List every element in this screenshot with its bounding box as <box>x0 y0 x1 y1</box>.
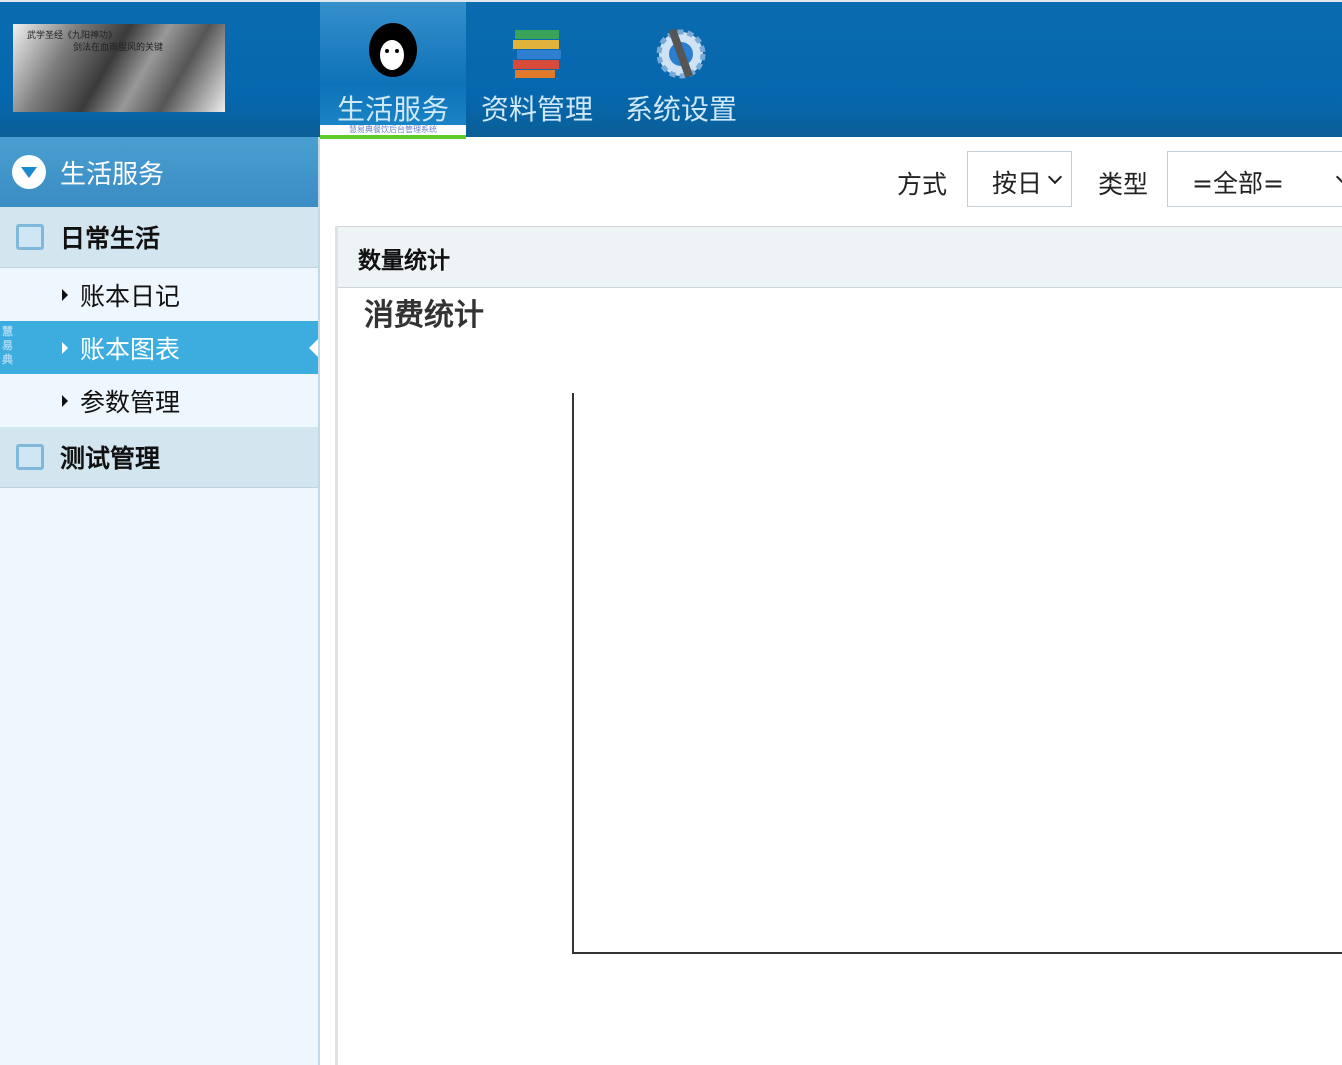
chart-y-axis <box>572 393 574 954</box>
type-label: 类型 <box>1098 170 1149 199</box>
item-label: 参数管理 <box>80 387 181 417</box>
nav-label: 资料管理 <box>480 93 593 126</box>
nav-data-management[interactable]: 资料管理 <box>464 2 610 139</box>
top-header: 武学圣经《九阳神功》 剑法在血雨腥风的关键 生活服务 慧易典餐饮后台管理系统 资… <box>0 0 1342 139</box>
sidebar-title: 生活服务 <box>60 159 165 190</box>
monkey-icon <box>369 23 417 77</box>
item-label: 账本日记 <box>80 281 181 311</box>
type-select[interactable]: =全部= <box>1167 151 1342 207</box>
caret-right-icon <box>62 288 68 301</box>
gear-wrench-icon <box>656 28 706 79</box>
mode-label: 方式 <box>897 170 948 199</box>
books-icon <box>513 30 561 78</box>
item-label: 账本图表 <box>80 334 181 364</box>
chevron-down-icon <box>1335 169 1342 185</box>
filter-toolbar: 方式 按日 类型 =全部= <box>322 137 1342 225</box>
sidebar-group-daily-life[interactable]: 日常生活 <box>0 207 318 268</box>
sidebar-item-account-chart[interactable]: 慧易典 账本图表 <box>0 321 318 374</box>
chart-x-axis <box>572 952 1342 954</box>
mode-select[interactable]: 按日 <box>967 151 1072 207</box>
chart-title: 消费统计 <box>364 298 484 333</box>
edit-icon <box>16 444 44 470</box>
sidebar-item-parameters[interactable]: 参数管理 <box>0 374 318 427</box>
sidebar: 生活服务 日常生活 账本日记 慧易典 账本图表 参数管理 测试管理 <box>0 137 320 1065</box>
caret-right-icon <box>62 341 68 354</box>
vertical-tag: 慧易典 <box>2 325 13 366</box>
nav-label: 系统设置 <box>624 93 737 126</box>
collapse-arrow-icon <box>12 155 46 189</box>
caret-right-icon <box>62 394 68 407</box>
type-value: =全部= <box>1192 169 1284 198</box>
panel-header: 数量统计 <box>338 226 1342 288</box>
nav-label: 生活服务 <box>336 93 449 126</box>
logo: 武学圣经《九阳神功》 剑法在血雨腥风的关键 <box>13 24 225 112</box>
nav-life-services[interactable]: 生活服务 慧易典餐饮后台管理系统 <box>320 2 466 139</box>
group-label: 测试管理 <box>60 444 161 473</box>
logo-text-2: 剑法在血雨腥风的关键 <box>73 43 164 53</box>
mode-value: 按日 <box>992 169 1043 198</box>
stats-panel: 数量统计 消费统计 <box>335 226 1342 1065</box>
sidebar-item-account-diary[interactable]: 账本日记 <box>0 268 318 321</box>
sidebar-group-test-management[interactable]: 测试管理 <box>0 427 318 488</box>
chevron-down-icon <box>1047 169 1063 185</box>
group-label: 日常生活 <box>60 224 161 253</box>
sidebar-header[interactable]: 生活服务 <box>0 137 318 207</box>
calendar-icon <box>16 224 44 250</box>
nav-system-settings[interactable]: 系统设置 <box>608 2 754 139</box>
